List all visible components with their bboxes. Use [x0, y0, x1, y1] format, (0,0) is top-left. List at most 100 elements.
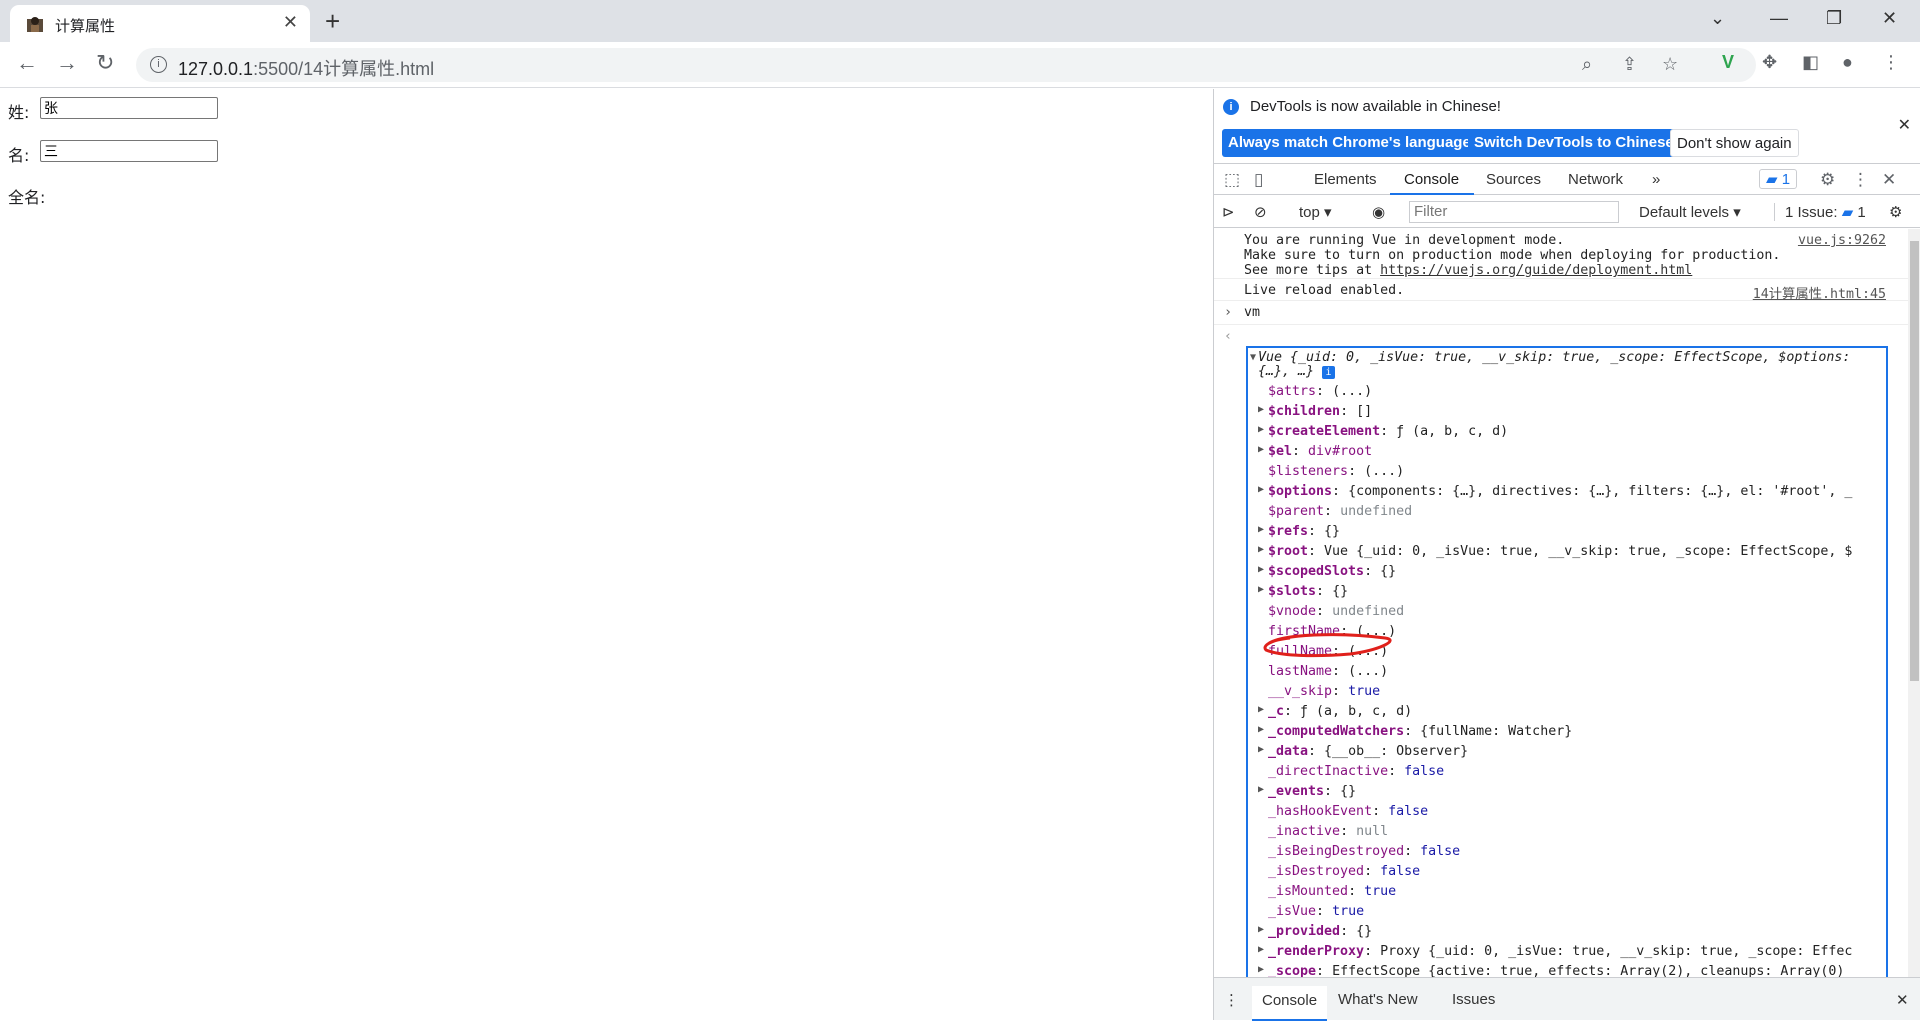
- object-header[interactable]: Vue {_uid: 0, _isVue: true, __v_skip: tr…: [1258, 350, 1850, 365]
- expand-arrow-icon[interactable]: ▶: [1258, 404, 1264, 415]
- tab-console[interactable]: Console: [1404, 171, 1459, 188]
- context-selector[interactable]: top ▾: [1299, 203, 1332, 221]
- chrome-menu-icon[interactable]: ⋮: [1882, 52, 1900, 73]
- expand-arrow-icon[interactable]: ▶: [1258, 524, 1264, 535]
- sidebar-toggle-icon[interactable]: ⊳: [1222, 203, 1235, 221]
- expand-arrow-icon[interactable]: ▶: [1258, 784, 1264, 795]
- property-row[interactable]: ▶ _data: {__ob__: Observer}: [1258, 744, 1468, 759]
- expand-arrow-icon[interactable]: ▶: [1258, 944, 1264, 955]
- address-bar[interactable]: i 127.0.0.1:5500/14计算属性.html ⌕ ⇪ ☆: [136, 48, 1756, 82]
- property-row[interactable]: ▶ $refs: {}: [1258, 524, 1340, 539]
- expand-arrow-icon[interactable]: ▶: [1258, 704, 1264, 715]
- property-row[interactable]: ▶ _scope: EffectScope {active: true, effe…: [1258, 964, 1844, 977]
- scrollbar-thumb[interactable]: [1910, 241, 1919, 681]
- context-value: top: [1299, 204, 1320, 221]
- drawer-close-icon[interactable]: ✕: [1896, 991, 1909, 1009]
- log-levels-dropdown[interactable]: Default levels ▾: [1639, 203, 1741, 221]
- expand-arrow-icon[interactable]: ▶: [1258, 964, 1264, 975]
- settings-gear-icon[interactable]: ⚙: [1820, 170, 1835, 190]
- property-row[interactable]: ▶ _events: {}: [1258, 784, 1356, 799]
- switch-chinese-button[interactable]: Switch DevTools to Chinese: [1468, 129, 1680, 157]
- dont-show-again-button[interactable]: Don't show again: [1670, 129, 1799, 157]
- property-row[interactable]: ▶ $createElement: ƒ (a, b, c, d): [1258, 424, 1508, 439]
- devtools-drawer: ⋮ Console What's New Issues ✕: [1214, 977, 1920, 1021]
- inspect-element-icon[interactable]: ⬚: [1224, 170, 1240, 190]
- expand-arrow-icon[interactable]: ▶: [1258, 724, 1264, 735]
- surname-input[interactable]: [40, 97, 218, 119]
- drawer-tab-issues[interactable]: Issues: [1452, 991, 1495, 1008]
- expand-arrow-icon[interactable]: ▶: [1258, 744, 1264, 755]
- drawer-tab-whats-new[interactable]: What's New: [1338, 991, 1418, 1008]
- vue-devtools-icon[interactable]: V: [1722, 52, 1734, 73]
- property-row[interactable]: ▶ _c: ƒ (a, b, c, d): [1258, 704, 1412, 719]
- deployment-link[interactable]: https://vuejs.org/guide/deployment.html: [1380, 263, 1692, 278]
- property-separator: :: [1324, 784, 1341, 799]
- property-row[interactable]: ▶ _computedWatchers: {fullName: Watcher}: [1258, 724, 1572, 739]
- reload-icon[interactable]: ↻: [96, 50, 114, 76]
- tab-sources[interactable]: Sources: [1486, 171, 1541, 188]
- issues-badge[interactable]: ▰ 1: [1759, 169, 1798, 189]
- property-key: _isDestroyed: [1268, 864, 1365, 879]
- tab-search-icon[interactable]: ⌄: [1710, 8, 1725, 29]
- expand-arrow-icon[interactable]: ▶: [1258, 564, 1264, 575]
- reload-source-link[interactable]: 14计算属性.html:45: [1753, 283, 1886, 302]
- property-row: _isMounted: true: [1268, 884, 1396, 899]
- tab-close-icon[interactable]: ✕: [283, 12, 298, 33]
- zoom-icon[interactable]: ⌕: [1582, 54, 1592, 75]
- dev-msg-source-link[interactable]: vue.js:9262: [1798, 233, 1886, 248]
- clear-console-icon[interactable]: ⊘: [1254, 203, 1267, 221]
- match-language-button[interactable]: Always match Chrome's language: [1222, 129, 1477, 157]
- property-row[interactable]: ▶ $children: []: [1258, 404, 1372, 419]
- forward-icon[interactable]: →: [56, 50, 78, 76]
- expand-arrow-icon[interactable]: ▶: [1258, 484, 1264, 495]
- expand-arrow-icon[interactable]: ▶: [1258, 584, 1264, 595]
- extensions-icon[interactable]: ✥: [1762, 52, 1777, 73]
- given-name-input[interactable]: [40, 140, 218, 162]
- more-tabs-icon[interactable]: »: [1652, 171, 1660, 188]
- expand-arrow-icon[interactable]: ▶: [1258, 924, 1264, 935]
- browser-tab[interactable]: 计算属性 ✕: [10, 5, 310, 42]
- profile-avatar-icon[interactable]: ●: [1842, 52, 1853, 73]
- devtools-close-icon[interactable]: ✕: [1882, 170, 1896, 190]
- property-value: false: [1388, 804, 1429, 819]
- back-icon[interactable]: ←: [16, 50, 38, 76]
- expand-arrow-icon[interactable]: ▼: [1250, 352, 1256, 363]
- vue-object-inspector[interactable]: ▼ Vue {_uid: 0, _isVue: true, __v_skip: …: [1246, 346, 1888, 977]
- bookmark-star-icon[interactable]: ☆: [1662, 54, 1678, 75]
- drawer-menu-icon[interactable]: ⋮: [1224, 991, 1239, 1009]
- expand-arrow-icon[interactable]: ▶: [1258, 444, 1264, 455]
- side-panel-icon[interactable]: ◧: [1802, 52, 1819, 73]
- window-close-icon[interactable]: ✕: [1882, 8, 1897, 29]
- property-row[interactable]: ▶ $root: Vue {_uid: 0, _isVue: true, __v_…: [1258, 544, 1852, 559]
- active-tab-indicator: [1390, 193, 1474, 195]
- property-row[interactable]: ▶ $scopedSlots: {}: [1258, 564, 1396, 579]
- drawer-tab-console[interactable]: Console: [1252, 986, 1328, 1021]
- console-settings-icon[interactable]: ⚙: [1889, 203, 1902, 221]
- issues-counter[interactable]: 1 Issue: ▰ 1: [1774, 203, 1866, 221]
- url-text[interactable]: 127.0.0.1:5500/14计算属性.html: [178, 55, 434, 81]
- input-command: vm: [1244, 305, 1261, 320]
- property-row[interactable]: ▶ $el: div#root: [1258, 444, 1372, 459]
- result-return-icon: ‹: [1224, 329, 1233, 344]
- expand-arrow-icon[interactable]: ▶: [1258, 424, 1264, 435]
- live-expression-eye-icon[interactable]: ◉: [1372, 203, 1385, 221]
- notice-close-icon[interactable]: ✕: [1898, 115, 1911, 135]
- devtools-menu-icon[interactable]: ⋮: [1852, 170, 1869, 190]
- property-row[interactable]: ▶ $options: {components: {…}, directives:…: [1258, 484, 1852, 499]
- restore-icon[interactable]: ❐: [1826, 8, 1842, 29]
- tab-elements[interactable]: Elements: [1314, 171, 1377, 188]
- console-filter-input[interactable]: Filter: [1409, 201, 1619, 223]
- share-icon[interactable]: ⇪: [1622, 54, 1637, 75]
- site-info-icon[interactable]: i: [150, 56, 167, 73]
- minimize-icon[interactable]: —: [1770, 8, 1788, 29]
- device-toolbar-icon[interactable]: ▯: [1254, 170, 1263, 190]
- object-info-icon[interactable]: i: [1322, 366, 1336, 379]
- property-row[interactable]: ▶ _provided: {}: [1258, 924, 1372, 939]
- property-row[interactable]: ▶ _renderProxy: Proxy {_uid: 0, _isVue: t…: [1258, 944, 1852, 959]
- tab-network[interactable]: Network: [1568, 171, 1623, 188]
- property-row[interactable]: ▶ $slots: {}: [1258, 584, 1348, 599]
- property-separator: :: [1332, 684, 1349, 699]
- new-tab-icon[interactable]: +: [325, 6, 340, 36]
- console-scrollbar[interactable]: [1908, 229, 1920, 977]
- expand-arrow-icon[interactable]: ▶: [1258, 544, 1264, 555]
